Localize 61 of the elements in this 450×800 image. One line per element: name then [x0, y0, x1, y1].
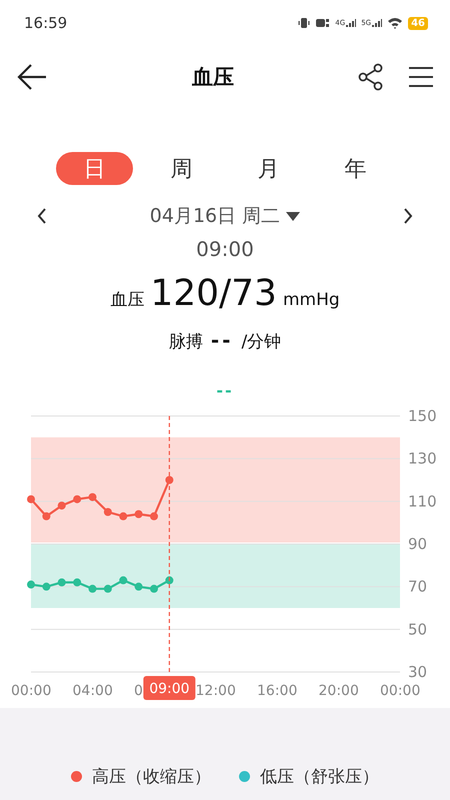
- point: [134, 510, 143, 518]
- x-axis-label: 20:00: [318, 683, 359, 699]
- time-tooltip: 09:00: [143, 676, 196, 700]
- previous-day-icon[interactable]: [36, 208, 48, 224]
- point: [134, 582, 143, 591]
- wifi-icon: [387, 17, 404, 29]
- x-axis-label: 00:00: [380, 683, 420, 699]
- point: [88, 584, 96, 593]
- pulse-label: 脉搏: [168, 331, 203, 353]
- pulse-unit: /分钟: [241, 331, 282, 353]
- battery-level: 46: [408, 16, 428, 30]
- x-axis-label: 12:00: [196, 683, 236, 699]
- point: [42, 582, 50, 591]
- y-axis-label: 110: [408, 492, 437, 510]
- point: [27, 580, 35, 589]
- x-axis-label: 04:00: [72, 683, 113, 699]
- point: [73, 578, 82, 586]
- period-tab[interactable]: 周: [143, 152, 220, 185]
- x-axis-label: 0: [134, 683, 143, 699]
- ref-line-label: 09:00: [149, 681, 190, 697]
- status-time: 16:59: [24, 14, 68, 32]
- point: [58, 502, 66, 510]
- menu-icon[interactable]: [408, 66, 434, 88]
- pulse-value: --: [210, 328, 234, 352]
- y-axis-label: 150: [408, 407, 437, 425]
- x-axis-label: 00:00: [11, 683, 52, 699]
- reading-time: 09:00: [196, 237, 254, 261]
- back-arrow-icon[interactable]: [16, 63, 48, 91]
- y-axis-label: 30: [408, 663, 428, 681]
- point: [104, 508, 112, 516]
- blood-pressure-value: 120/73: [150, 273, 277, 314]
- period-tab[interactable]: 月: [230, 152, 307, 185]
- point: [88, 493, 96, 502]
- next-day-icon[interactable]: [402, 208, 414, 224]
- point: [104, 584, 112, 593]
- point: [73, 495, 82, 504]
- legend-label: 高压（收缩压）: [92, 766, 211, 788]
- period-tab[interactable]: 年: [317, 152, 394, 185]
- y-axis-label: 50: [408, 620, 428, 638]
- y-axis-label: 130: [408, 450, 437, 468]
- point: [150, 584, 158, 593]
- x-axis-label: 16:00: [257, 683, 298, 699]
- point: [119, 576, 128, 584]
- hd-icon: [316, 18, 330, 28]
- point: [165, 476, 174, 484]
- point: [42, 512, 50, 520]
- point: [27, 495, 35, 504]
- legend-label: 低压（舒张压）: [260, 766, 379, 788]
- dropdown-icon[interactable]: [286, 212, 300, 220]
- y-axis-label: 90: [408, 535, 428, 553]
- page-title: 血压: [191, 64, 235, 91]
- unit-label: mmHg: [282, 290, 340, 310]
- vibrate-icon: [297, 18, 312, 28]
- point: [119, 512, 128, 520]
- date-selector[interactable]: 04月16日 周二: [150, 203, 280, 229]
- point: [58, 578, 66, 586]
- chart-pulse-value: --: [216, 381, 234, 400]
- y-axis-label: 70: [408, 578, 428, 596]
- share-icon[interactable]: [358, 63, 384, 91]
- point: [150, 512, 158, 520]
- reading-label: 血压: [110, 289, 144, 311]
